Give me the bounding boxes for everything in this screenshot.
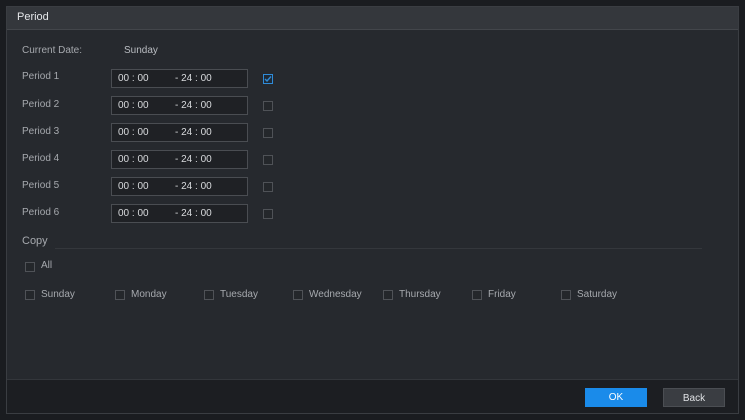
tuesday-label: Tuesday xyxy=(220,289,258,300)
saturday-label: Saturday xyxy=(577,289,618,300)
copy-divider xyxy=(55,248,702,249)
sunday-checkbox[interactable] xyxy=(25,290,35,300)
period-5-start-time[interactable]: 00 : 00 xyxy=(118,181,149,192)
period-2-time-field[interactable]: 00 : 00 - 24 : 00 xyxy=(111,96,248,115)
period-2-end-time[interactable]: - 24 : 00 xyxy=(175,100,212,111)
period-3-label: Period 3 xyxy=(22,126,60,137)
dialog-title: Period xyxy=(17,11,49,23)
period-1-label: Period 1 xyxy=(22,71,60,82)
period-3-start-time[interactable]: 00 : 00 xyxy=(118,127,149,138)
period-6-start-time[interactable]: 00 : 00 xyxy=(118,208,149,219)
copy-all-checkbox[interactable] xyxy=(25,262,35,272)
monday-label: Monday xyxy=(131,289,167,300)
period-5-time-field[interactable]: 00 : 00 - 24 : 00 xyxy=(111,177,248,196)
period-1-start-time[interactable]: 00 : 00 xyxy=(118,73,149,84)
period-3-checkbox[interactable] xyxy=(263,128,273,138)
wednesday-label: Wednesday xyxy=(309,289,362,300)
period-4-checkbox[interactable] xyxy=(263,155,273,165)
period-6-checkbox[interactable] xyxy=(263,209,273,219)
ok-button[interactable]: OK xyxy=(585,388,647,407)
monday-checkbox[interactable] xyxy=(115,290,125,300)
current-date-value: Sunday xyxy=(124,45,158,56)
sunday-label: Sunday xyxy=(41,289,75,300)
period-6-end-time[interactable]: - 24 : 00 xyxy=(175,208,212,219)
period-4-start-time[interactable]: 00 : 00 xyxy=(118,154,149,165)
period-5-checkbox[interactable] xyxy=(263,182,273,192)
back-button[interactable]: Back xyxy=(663,388,725,407)
saturday-checkbox[interactable] xyxy=(561,290,571,300)
dialog-footer: OK Back xyxy=(7,379,738,413)
thursday-label: Thursday xyxy=(399,289,441,300)
period-2-start-time[interactable]: 00 : 00 xyxy=(118,100,149,111)
period-6-time-field[interactable]: 00 : 00 - 24 : 00 xyxy=(111,204,248,223)
period-2-label: Period 2 xyxy=(22,99,60,110)
period-2-checkbox[interactable] xyxy=(263,101,273,111)
current-date-label: Current Date: xyxy=(22,45,83,56)
friday-label: Friday xyxy=(488,289,516,300)
period-4-label: Period 4 xyxy=(22,153,60,164)
period-1-time-field[interactable]: 00 : 00 - 24 : 00 xyxy=(111,69,248,88)
copy-label: Copy xyxy=(22,235,48,247)
wednesday-checkbox[interactable] xyxy=(293,290,303,300)
period-6-label: Period 6 xyxy=(22,207,60,218)
period-1-checkbox[interactable] xyxy=(263,74,273,84)
period-4-end-time[interactable]: - 24 : 00 xyxy=(175,154,212,165)
period-3-end-time[interactable]: - 24 : 00 xyxy=(175,127,212,138)
dialog-titlebar: Period xyxy=(7,7,738,30)
period-3-time-field[interactable]: 00 : 00 - 24 : 00 xyxy=(111,123,248,142)
friday-checkbox[interactable] xyxy=(472,290,482,300)
tuesday-checkbox[interactable] xyxy=(204,290,214,300)
period-5-label: Period 5 xyxy=(22,180,60,191)
copy-all-label: All xyxy=(41,260,53,271)
thursday-checkbox[interactable] xyxy=(383,290,393,300)
period-4-time-field[interactable]: 00 : 00 - 24 : 00 xyxy=(111,150,248,169)
period-1-end-time[interactable]: - 24 : 00 xyxy=(175,73,212,84)
check-icon xyxy=(264,76,272,83)
period-5-end-time[interactable]: - 24 : 00 xyxy=(175,181,212,192)
period-dialog: Period Current Date: Sunday Period 1 00 … xyxy=(6,6,739,414)
